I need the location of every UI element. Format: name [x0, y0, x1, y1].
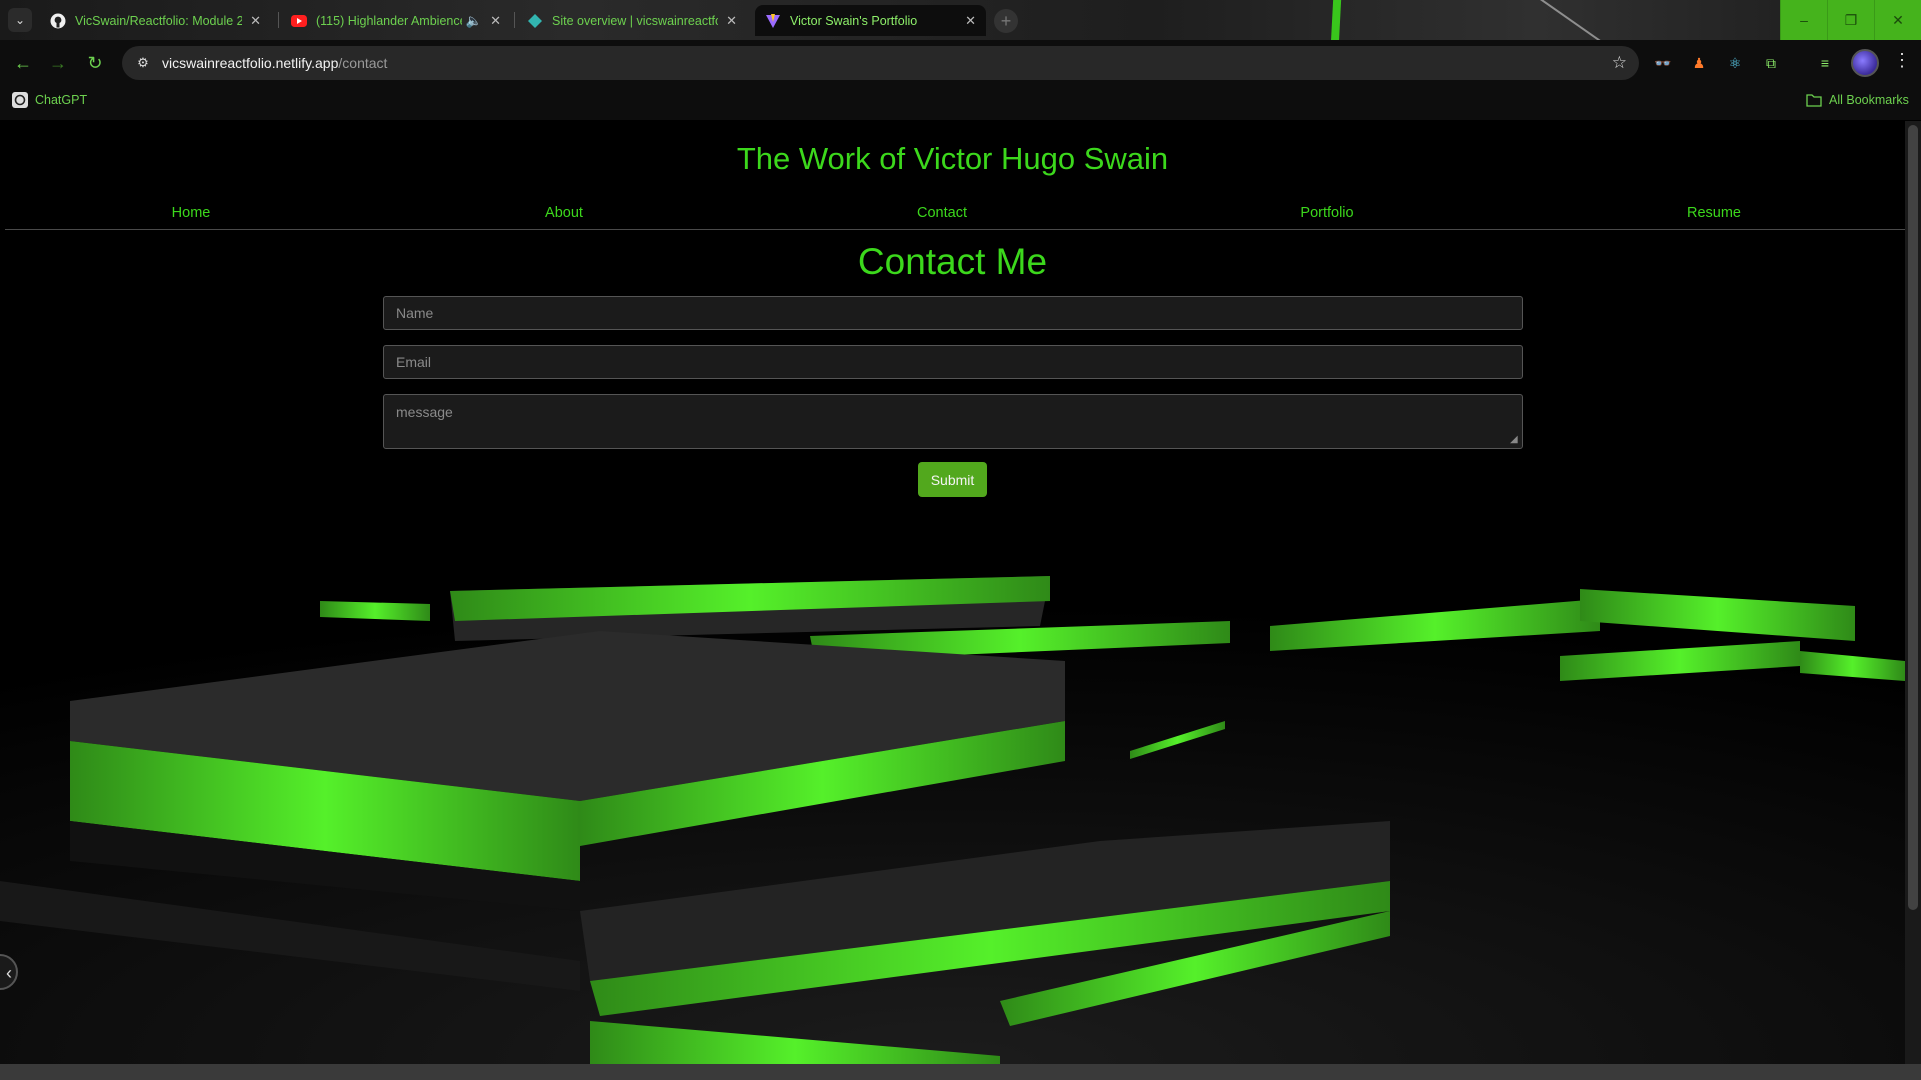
audio-icon[interactable]: 🔈 — [466, 13, 482, 29]
nav-about[interactable]: About — [545, 205, 583, 221]
tab-title: Site overview | vicswainreactfolio — [552, 13, 719, 28]
all-bookmarks-label: All Bookmarks — [1829, 93, 1909, 107]
tab-netlify[interactable]: Site overview | vicswainreactfolio ✕ — [517, 5, 747, 36]
bottom-edge — [0, 1064, 1921, 1080]
nav-home[interactable]: Home — [172, 205, 211, 221]
back-icon[interactable]: ← — [10, 50, 36, 76]
tab-title: (115) Highlander Ambience — [316, 13, 462, 28]
netlify-icon — [528, 13, 542, 28]
extension-glasses-icon[interactable]: 👓 — [1652, 52, 1674, 74]
extension-figure-icon[interactable]: ♟ — [1688, 52, 1710, 74]
bookmark-label: ChatGPT — [35, 93, 88, 107]
new-tab-button[interactable]: + — [994, 9, 1018, 33]
site-nav: Home About Contact Portfolio Resume — [5, 189, 1905, 230]
window-controls: – ❐ ✕ — [1780, 0, 1921, 40]
vite-icon — [766, 13, 780, 28]
folder-icon — [1806, 94, 1822, 107]
scrollbar-thumb[interactable] — [1908, 125, 1918, 910]
extensions-puzzle-icon[interactable]: ⧉ — [1760, 52, 1782, 74]
tab-strip: ⌄ VicSwain/Reactfolio: Module 20 ✕ (115)… — [0, 0, 1921, 40]
close-window-button[interactable]: ✕ — [1874, 0, 1921, 40]
youtube-icon — [291, 14, 307, 27]
chatgpt-icon — [12, 92, 28, 108]
tab-separator — [278, 12, 279, 28]
message-textarea[interactable] — [383, 394, 1523, 449]
tab-search-button[interactable]: ⌄ — [8, 8, 32, 32]
close-icon[interactable]: ✕ — [965, 13, 976, 29]
minimize-button[interactable]: – — [1780, 0, 1827, 40]
name-input[interactable] — [383, 296, 1523, 330]
resize-grip-icon[interactable]: ◢ — [1510, 435, 1520, 445]
site-header: The Work of Victor Hugo Swain — [0, 141, 1905, 177]
close-icon[interactable]: ✕ — [250, 13, 261, 29]
url-path: /contact — [338, 55, 388, 71]
profile-avatar[interactable] — [1851, 49, 1879, 77]
email-input[interactable] — [383, 345, 1523, 379]
submit-button[interactable]: Submit — [918, 462, 987, 497]
reload-icon[interactable]: ↻ — [82, 50, 108, 76]
page-scrollbar[interactable] — [1905, 121, 1921, 1064]
react-devtools-icon[interactable]: ⚛ — [1724, 52, 1746, 74]
tab-separator — [514, 12, 515, 28]
browser-chrome: ⌄ VicSwain/Reactfolio: Module 20 ✕ (115)… — [0, 0, 1921, 120]
reading-list-icon[interactable]: ≡ — [1814, 52, 1836, 74]
browser-toolbar: ← → ↻ ⚙ vicswainreactfolio.netlify.app /… — [0, 40, 1921, 86]
tab-youtube[interactable]: (115) Highlander Ambience 🔈 ✕ — [281, 5, 511, 36]
nav-contact[interactable]: Contact — [917, 205, 967, 221]
contact-heading: Contact Me — [857, 241, 1048, 282]
url-host: vicswainreactfolio.netlify.app — [162, 55, 339, 71]
tab-github[interactable]: VicSwain/Reactfolio: Module 20 ✕ — [40, 5, 271, 36]
site-title: The Work of Victor Hugo Swain — [736, 141, 1169, 176]
tab-title: Victor Swain's Portfolio — [790, 13, 918, 28]
nav-portfolio[interactable]: Portfolio — [1300, 205, 1353, 221]
tab-title: VicSwain/Reactfolio: Module 20 — [75, 13, 243, 28]
close-icon[interactable]: ✕ — [726, 13, 737, 29]
all-bookmarks-button[interactable]: All Bookmarks — [1806, 92, 1909, 108]
menu-kebab-icon[interactable]: ⋮ — [1893, 50, 1911, 71]
site-info-icon[interactable]: ⚙ — [134, 54, 152, 72]
bookmark-star-icon[interactable]: ☆ — [1612, 53, 1627, 73]
github-icon — [50, 13, 66, 28]
tab-portfolio[interactable]: Victor Swain's Portfolio ✕ — [755, 5, 986, 36]
bookmark-chatgpt[interactable]: ChatGPT — [12, 92, 87, 108]
page-viewport: The Work of Victor Hugo Swain Home About… — [0, 121, 1921, 1064]
forward-icon[interactable]: → — [45, 50, 71, 76]
bookmarks-bar: ChatGPT All Bookmarks — [0, 86, 1921, 120]
address-bar[interactable]: ⚙ vicswainreactfolio.netlify.app /contac… — [122, 46, 1639, 80]
restore-button[interactable]: ❐ — [1827, 0, 1874, 40]
close-icon[interactable]: ✕ — [490, 13, 501, 29]
nav-resume[interactable]: Resume — [1687, 205, 1741, 221]
